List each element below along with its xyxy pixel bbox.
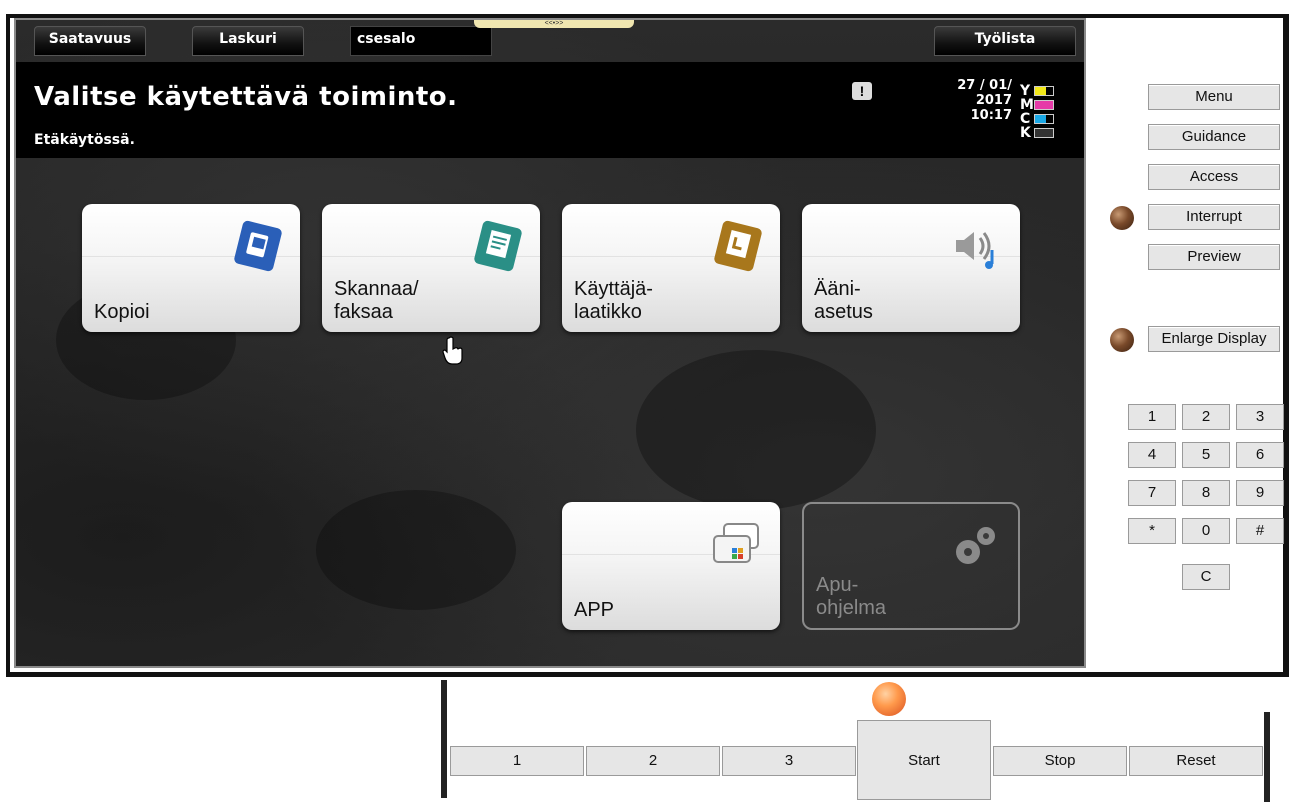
start-button[interactable]: Start bbox=[857, 720, 991, 800]
toner-label: Y bbox=[1020, 83, 1031, 99]
background-texture bbox=[316, 490, 516, 610]
keypad-0[interactable]: 0 bbox=[1182, 518, 1230, 544]
tile-label: Kopioi bbox=[94, 301, 150, 323]
toner-levels: Y M C K bbox=[1020, 84, 1080, 140]
keypad-1[interactable]: 1 bbox=[1128, 404, 1176, 430]
gear-icon bbox=[956, 527, 995, 564]
tile-copy[interactable]: Kopioi bbox=[82, 204, 300, 332]
user-name: csesalo bbox=[350, 26, 492, 56]
tile-label: Käyttäjä- laatikko bbox=[574, 278, 653, 323]
reset-button[interactable]: Reset bbox=[1129, 746, 1263, 776]
toner-m: M bbox=[1020, 98, 1080, 112]
keypad-hash[interactable]: # bbox=[1236, 518, 1284, 544]
enlarge-display-led bbox=[1110, 328, 1134, 352]
keypad-5[interactable]: 5 bbox=[1182, 442, 1230, 468]
interrupt-button[interactable]: Interrupt bbox=[1148, 204, 1280, 230]
speaker-icon bbox=[956, 232, 994, 269]
copy-icon bbox=[234, 220, 282, 272]
toner-label: M bbox=[1020, 97, 1034, 113]
background-texture bbox=[636, 350, 876, 510]
toner-c-fill bbox=[1035, 115, 1046, 123]
header-bar: Valitse käytettävä toiminto. Etäkäytössä… bbox=[16, 62, 1084, 158]
tab-bar: Saatavuus Laskuri csesalo <<•>> Työlista bbox=[16, 20, 1084, 62]
tile-label: Apu- ohjelma bbox=[816, 574, 887, 619]
start-led bbox=[872, 682, 906, 716]
tile-app[interactable]: APP bbox=[562, 502, 780, 630]
keypad-8[interactable]: 8 bbox=[1182, 480, 1230, 506]
enlarge-display-button[interactable]: Enlarge Display bbox=[1148, 326, 1280, 352]
keypad-4[interactable]: 4 bbox=[1128, 442, 1176, 468]
control-panel: Menu Guidance Access Interrupt Preview E… bbox=[1092, 20, 1284, 670]
tile-label: Ääni- asetus bbox=[814, 278, 873, 323]
memory-button-1[interactable]: 1 bbox=[450, 746, 584, 776]
tile-sound[interactable]: Ääni- asetus bbox=[802, 204, 1020, 332]
tab-counter[interactable]: Laskuri bbox=[192, 26, 304, 56]
keypad-clear[interactable]: C bbox=[1182, 564, 1230, 590]
toner-m-fill bbox=[1035, 101, 1053, 109]
access-button[interactable]: Access bbox=[1148, 164, 1280, 190]
memory-button-2[interactable]: 2 bbox=[586, 746, 720, 776]
frame-left bbox=[6, 14, 10, 676]
page-title: Valitse käytettävä toiminto. bbox=[34, 82, 458, 112]
hand-cursor-icon bbox=[442, 336, 463, 365]
keypad-2[interactable]: 2 bbox=[1182, 404, 1230, 430]
stop-button[interactable]: Stop bbox=[993, 746, 1127, 776]
toner-k-fill bbox=[1035, 129, 1053, 137]
time: 10:17 bbox=[970, 108, 1012, 123]
keypad-3[interactable]: 3 bbox=[1236, 404, 1284, 430]
app-icon bbox=[713, 523, 759, 563]
status-message: Etäkäytössä. bbox=[34, 132, 135, 148]
tile-user-box[interactable]: Käyttäjä- laatikko bbox=[562, 204, 780, 332]
toner-label: C bbox=[1020, 111, 1031, 127]
guidance-button[interactable]: Guidance bbox=[1148, 124, 1280, 150]
frame-right bbox=[1283, 14, 1289, 676]
touch-screen: Saatavuus Laskuri csesalo <<•>> Työlista… bbox=[14, 18, 1086, 668]
menu-button[interactable]: Menu bbox=[1148, 84, 1280, 110]
toner-y: Y bbox=[1020, 84, 1080, 98]
tile-label: Skannaa/ faksaa bbox=[334, 278, 419, 323]
warning-icon[interactable]: ! bbox=[852, 82, 872, 100]
toner-label: K bbox=[1020, 125, 1031, 141]
bottom-bar-right-edge bbox=[1264, 712, 1270, 802]
date-time: 27 / 01/ 2017 10:17 bbox=[922, 78, 1012, 123]
user-box-icon bbox=[714, 220, 762, 272]
tile-scan-fax[interactable]: Skannaa/ faksaa bbox=[322, 204, 540, 332]
tab-job-list[interactable]: Työlista bbox=[934, 26, 1076, 56]
date: 27 / 01/ 2017 bbox=[957, 78, 1012, 108]
drag-handle[interactable]: <<•>> bbox=[474, 20, 634, 28]
keypad-9[interactable]: 9 bbox=[1236, 480, 1284, 506]
keypad-6[interactable]: 6 bbox=[1236, 442, 1284, 468]
toner-c: C bbox=[1020, 112, 1080, 126]
toner-k: K bbox=[1020, 126, 1080, 140]
preview-button[interactable]: Preview bbox=[1148, 244, 1280, 270]
keypad-7[interactable]: 7 bbox=[1128, 480, 1176, 506]
tile-label: APP bbox=[574, 599, 615, 621]
memory-button-3[interactable]: 3 bbox=[722, 746, 856, 776]
bottom-control-bar: 1 2 3 Start Stop Reset bbox=[0, 678, 1289, 802]
tab-availability[interactable]: Saatavuus bbox=[34, 26, 146, 56]
tile-utility[interactable]: Apu- ohjelma bbox=[802, 502, 1020, 630]
device-frame: Saatavuus Laskuri csesalo <<•>> Työlista… bbox=[0, 0, 1289, 678]
toner-y-fill bbox=[1035, 87, 1046, 95]
interrupt-led bbox=[1110, 206, 1134, 230]
scan-fax-icon bbox=[474, 220, 522, 272]
frame-bottom bbox=[6, 672, 1289, 677]
bottom-bar-left-edge bbox=[441, 680, 447, 798]
keypad-star[interactable]: * bbox=[1128, 518, 1176, 544]
